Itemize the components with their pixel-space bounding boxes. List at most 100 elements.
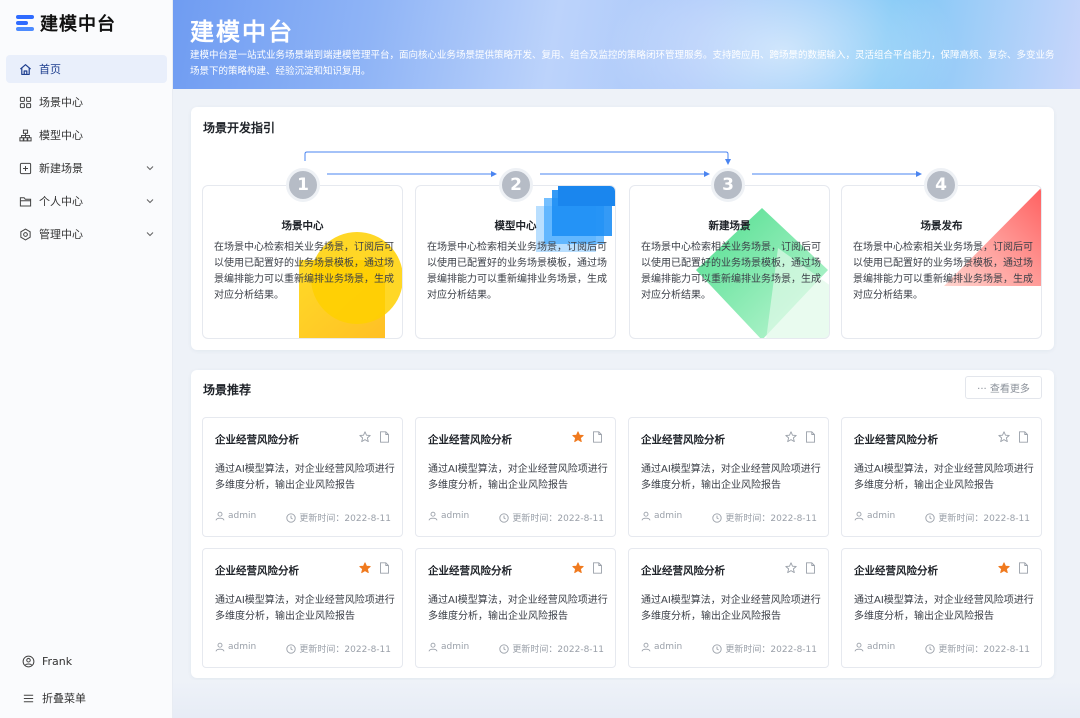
- step-title: 场景中心: [281, 220, 324, 232]
- plus-square-icon: [18, 161, 32, 175]
- update-time: 更新时间：2022-8-11: [938, 514, 1030, 524]
- scene-card-description: 通过AI模型算法，对企业经营风险项进行多维度分析，输出企业风险报告: [854, 595, 1034, 622]
- menu-icon: [23, 694, 34, 702]
- scene-card-title: 企业经营风险分析: [641, 565, 725, 577]
- user-icon: [428, 642, 438, 652]
- scene-card-author: admin: [641, 511, 682, 521]
- scene-card-update-time: 更新时间：2022-8-11: [499, 642, 604, 655]
- chevron-down-icon: [146, 166, 154, 171]
- view-more-button[interactable]: ··· 查看更多: [965, 376, 1042, 399]
- logo-icon: [16, 15, 34, 31]
- user-icon: [854, 642, 864, 652]
- scene-card-description: 通过AI模型算法，对企业经营风险项进行多维度分析，输出企业风险报告: [428, 595, 608, 622]
- scene-card-update-time: 更新时间：2022-8-11: [286, 511, 391, 524]
- user-icon: [215, 511, 225, 521]
- user-circle-icon: [22, 655, 35, 668]
- document-icon[interactable]: [1018, 562, 1029, 574]
- step-card-scene-center[interactable]: 场景中心 在场景中心检索相关业务场景，订阅后可以使用已配置好的业务场景模板，通过…: [202, 185, 403, 339]
- document-icon[interactable]: [379, 431, 390, 443]
- author-name: admin: [228, 642, 257, 652]
- star-outline-icon[interactable]: [998, 431, 1010, 443]
- scene-card[interactable]: 企业经营风险分析 通过AI模型算法，对企业经营风险项进行多维度分析，输出企业风险…: [415, 548, 616, 668]
- scene-card-author: admin: [641, 642, 682, 652]
- scene-card-author: admin: [854, 642, 895, 652]
- star-outline-icon[interactable]: [359, 431, 371, 443]
- step-number-2: 2: [499, 168, 533, 202]
- star-filled-icon[interactable]: [998, 562, 1010, 574]
- sidebar-item-label: 新建场景: [39, 162, 83, 175]
- user-icon: [854, 511, 864, 521]
- chevron-down-icon: [146, 199, 154, 204]
- scene-card-author: admin: [428, 642, 469, 652]
- update-time: 更新时间：2022-8-11: [512, 645, 604, 655]
- document-icon[interactable]: [805, 562, 816, 574]
- scene-card[interactable]: 企业经营风险分析 通过AI模型算法，对企业经营风险项进行多维度分析，输出企业风险…: [628, 548, 829, 668]
- step-card-model-center[interactable]: 模型中心 在场景中心检索相关业务场景，订阅后可以使用已配置好的业务场景模板，通过…: [415, 185, 616, 339]
- clock-icon: [712, 643, 723, 654]
- author-name: admin: [441, 642, 470, 652]
- scene-card-update-time: 更新时间：2022-8-11: [499, 511, 604, 524]
- sidebar-item-new-scene[interactable]: 新建场景: [6, 154, 167, 182]
- sidebar-nav: 首页 场景中心 模型中心 新建场景 个人中心 管理中心: [6, 55, 167, 253]
- scene-card-title: 企业经营风险分析: [215, 565, 299, 577]
- step-number-3: 3: [711, 168, 745, 202]
- scene-card[interactable]: 企业经营风险分析 通过AI模型算法，对企业经营风险项进行多维度分析，输出企业风险…: [202, 548, 403, 668]
- document-icon[interactable]: [592, 431, 603, 443]
- author-name: admin: [228, 511, 257, 521]
- author-name: admin: [867, 511, 896, 521]
- scene-card[interactable]: 企业经营风险分析 通过AI模型算法，对企业经营风险项进行多维度分析，输出企业风险…: [841, 417, 1042, 537]
- step-description: 在场景中心检索相关业务场景，订阅后可以使用已配置好的业务场景模板，通过场景编排能…: [427, 242, 607, 301]
- star-outline-icon[interactable]: [785, 431, 797, 443]
- step-card-new-scene[interactable]: 新建场景 在场景中心检索相关业务场景，订阅后可以使用已配置好的业务场景模板，通过…: [629, 185, 830, 339]
- collapse-menu-button[interactable]: 折叠菜单: [22, 690, 162, 706]
- star-outline-icon[interactable]: [785, 562, 797, 574]
- scene-card[interactable]: 企业经营风险分析 通过AI模型算法，对企业经营风险项进行多维度分析，输出企业风险…: [628, 417, 829, 537]
- step-description: 在场景中心检索相关业务场景，订阅后可以使用已配置好的业务场景模板，通过场景编排能…: [853, 242, 1033, 301]
- scene-card-description: 通过AI模型算法，对企业经营风险项进行多维度分析，输出企业风险报告: [215, 464, 395, 491]
- step-title: 新建场景: [708, 220, 751, 232]
- document-icon[interactable]: [805, 431, 816, 443]
- sidebar-item-home[interactable]: 首页: [6, 55, 167, 83]
- scene-card-title: 企业经营风险分析: [854, 565, 938, 577]
- star-filled-icon[interactable]: [572, 562, 584, 574]
- page-title: 建模中台: [190, 18, 294, 46]
- step-title: 模型中心: [494, 220, 537, 232]
- scene-card[interactable]: 企业经营风险分析 通过AI模型算法，对企业经营风险项进行多维度分析，输出企业风险…: [841, 548, 1042, 668]
- clock-icon: [286, 512, 297, 523]
- scene-card[interactable]: 企业经营风险分析 通过AI模型算法，对企业经营风险项进行多维度分析，输出企业风险…: [202, 417, 403, 537]
- scene-card[interactable]: 企业经营风险分析 通过AI模型算法，对企业经营风险项进行多维度分析，输出企业风险…: [415, 417, 616, 537]
- scene-card-description: 通过AI模型算法，对企业经营风险项进行多维度分析，输出企业风险报告: [641, 595, 821, 622]
- step-card-scene-publish[interactable]: 场景发布 在场景中心检索相关业务场景，订阅后可以使用已配置好的业务场景模板，通过…: [841, 185, 1042, 339]
- sidebar-item-management-center[interactable]: 管理中心: [6, 220, 167, 248]
- clock-icon: [286, 643, 297, 654]
- scene-card-author: admin: [215, 642, 256, 652]
- step-number-4: 4: [924, 168, 958, 202]
- update-time: 更新时间：2022-8-11: [512, 514, 604, 524]
- sidebar-item-scene-center[interactable]: 场景中心: [6, 88, 167, 116]
- scene-card-description: 通过AI模型算法，对企业经营风险项进行多维度分析，输出企业风险报告: [428, 464, 608, 491]
- scene-card-update-time: 更新时间：2022-8-11: [925, 642, 1030, 655]
- document-icon[interactable]: [592, 562, 603, 574]
- author-name: admin: [654, 642, 683, 652]
- user-profile[interactable]: Frank: [22, 655, 162, 668]
- sidebar-item-label: 首页: [39, 63, 61, 76]
- scene-card-title: 企业经营风险分析: [428, 434, 512, 446]
- update-time: 更新时间：2022-8-11: [299, 514, 391, 524]
- scene-card-update-time: 更新时间：2022-8-11: [925, 511, 1030, 524]
- loop-arrow: [304, 151, 731, 165]
- clock-icon: [499, 643, 510, 654]
- scene-card-author: admin: [854, 511, 895, 521]
- document-icon[interactable]: [1018, 431, 1029, 443]
- sidebar-item-label: 管理中心: [39, 228, 83, 241]
- sidebar-item-label: 场景中心: [39, 96, 83, 109]
- clock-icon: [925, 512, 936, 523]
- document-icon[interactable]: [379, 562, 390, 574]
- sidebar-item-model-center[interactable]: 模型中心: [6, 121, 167, 149]
- app-logo[interactable]: 建模中台: [16, 10, 116, 36]
- sidebar-item-personal-center[interactable]: 个人中心: [6, 187, 167, 215]
- star-filled-icon[interactable]: [572, 431, 584, 443]
- recommend-panel-title: 场景推荐: [203, 383, 252, 397]
- star-filled-icon[interactable]: [359, 562, 371, 574]
- user-name: Frank: [42, 655, 73, 668]
- sidebar: 建模中台 首页 场景中心 模型中心 新建场景 个人中心 管理中心 Frank 折…: [0, 0, 173, 718]
